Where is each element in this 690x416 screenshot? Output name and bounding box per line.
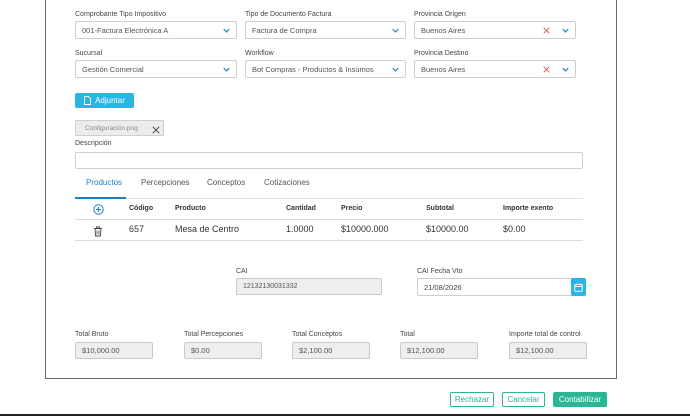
chevron-down-icon[interactable] — [392, 66, 399, 73]
tipo-documento-value: Factura de Compra — [252, 25, 317, 35]
workflow-label: Workflow — [245, 50, 274, 57]
row-divider — [75, 240, 583, 241]
provincia-destino-select[interactable]: Buenos Aires — [414, 60, 576, 78]
date-picker-button[interactable] — [571, 278, 586, 296]
sucursal-select[interactable]: Gestión Comercial — [75, 60, 237, 78]
clear-x-icon[interactable] — [543, 66, 550, 73]
chevron-down-icon[interactable] — [223, 66, 230, 73]
adjuntar-button[interactable]: Adjuntar — [75, 93, 134, 108]
attachment-chip: Configuración.png — [75, 120, 164, 136]
chevron-down-icon[interactable] — [223, 27, 230, 34]
sucursal-value: Gestión Comercial — [82, 64, 144, 74]
header-divider — [75, 219, 583, 220]
tab-percepciones[interactable]: Percepciones — [141, 178, 189, 187]
total-conceptos-field: $2,100.00 — [292, 342, 370, 359]
cell-precio: $10000.000 — [341, 224, 389, 234]
tab-productos[interactable]: Productos — [86, 178, 122, 187]
total-bruto-label: Total Bruto — [75, 331, 109, 338]
importe-control-label: Importe total de control — [509, 331, 581, 338]
cai-vto-label: CAI Fecha Vto — [417, 268, 463, 275]
workflow-select[interactable]: Bot Compras - Productos & Insumos — [245, 60, 406, 78]
cell-subtotal: $10000.00 — [426, 224, 469, 234]
provincia-origen-value: Buenos Aires — [421, 25, 466, 35]
total-field: $12,100.00 — [400, 342, 478, 359]
sucursal-label: Sucursal — [75, 50, 103, 57]
cai-label: CAI — [236, 268, 248, 275]
descripcion-label: Descripción — [75, 140, 112, 147]
rechazar-button[interactable]: Rechazar — [450, 392, 494, 407]
total-label: Total — [400, 331, 415, 338]
active-tab-indicator — [75, 197, 126, 199]
th-codigo: Código — [129, 205, 154, 212]
provincia-origen-label: Provincia Origen — [414, 11, 466, 18]
trash-icon[interactable] — [93, 226, 103, 237]
provincia-origen-select[interactable]: Buenos Aires — [414, 21, 576, 39]
total-percepciones-field: $0.00 — [184, 342, 262, 359]
th-subtotal: Subtotal — [426, 205, 454, 212]
clear-x-icon[interactable] — [543, 27, 550, 34]
file-icon — [84, 96, 92, 105]
th-producto: Producto — [175, 205, 206, 212]
total-conceptos-label: Total Conceptos — [292, 331, 343, 338]
tipo-documento-select[interactable]: Factura de Compra — [245, 21, 406, 39]
cell-codigo: 657 — [129, 224, 145, 234]
th-cantidad: Cantidad — [286, 205, 316, 212]
comprobante-value: 001-Factura Electrónica A — [82, 25, 169, 35]
total-bruto-field: $10,000.00 — [75, 342, 153, 359]
provincia-destino-value: Buenos Aires — [421, 64, 466, 74]
cai-field: 12132130031332 — [236, 278, 382, 295]
provincia-destino-label: Provincia Destino — [414, 50, 469, 57]
cell-importe-exento: $0.00 — [503, 224, 526, 234]
comprobante-select[interactable]: 001-Factura Electrónica A — [75, 21, 237, 39]
chevron-down-icon[interactable] — [562, 66, 569, 73]
calendar-icon — [574, 283, 583, 292]
cell-producto: Mesa de Centro — [175, 224, 240, 234]
close-icon[interactable] — [152, 126, 160, 134]
attachment-name: Configuración.png — [85, 124, 138, 132]
chevron-down-icon[interactable] — [562, 27, 569, 34]
tab-cotizaciones[interactable]: Cotizaciones — [264, 178, 310, 187]
descripcion-input[interactable] — [75, 152, 583, 169]
comprobante-label: Comprobante Tipo Impositivo — [75, 11, 167, 18]
importe-control-field: $12,100.00 — [509, 342, 587, 359]
tab-conceptos[interactable]: Conceptos — [207, 178, 245, 187]
th-precio: Precio — [341, 205, 363, 212]
cai-vto-input[interactable]: 21/08/2026 — [417, 278, 573, 296]
cancelar-button[interactable]: Cancelar — [502, 392, 545, 407]
contabilizar-button[interactable]: Contabilizar — [553, 392, 607, 407]
adjuntar-label: Adjuntar — [95, 96, 125, 105]
chevron-down-icon[interactable] — [392, 27, 399, 34]
workflow-value: Bot Compras - Productos & Insumos — [252, 64, 374, 74]
invoice-form-panel — [45, 0, 617, 379]
total-percepciones-label: Total Percepciones — [184, 331, 244, 338]
tabs-divider — [75, 198, 583, 199]
th-importe-exento: Importe exento — [503, 205, 554, 212]
add-circle-icon[interactable] — [93, 204, 104, 215]
cell-cantidad: 1.0000 — [286, 224, 314, 234]
tipo-documento-label: Tipo de Documento Factura — [245, 11, 332, 18]
